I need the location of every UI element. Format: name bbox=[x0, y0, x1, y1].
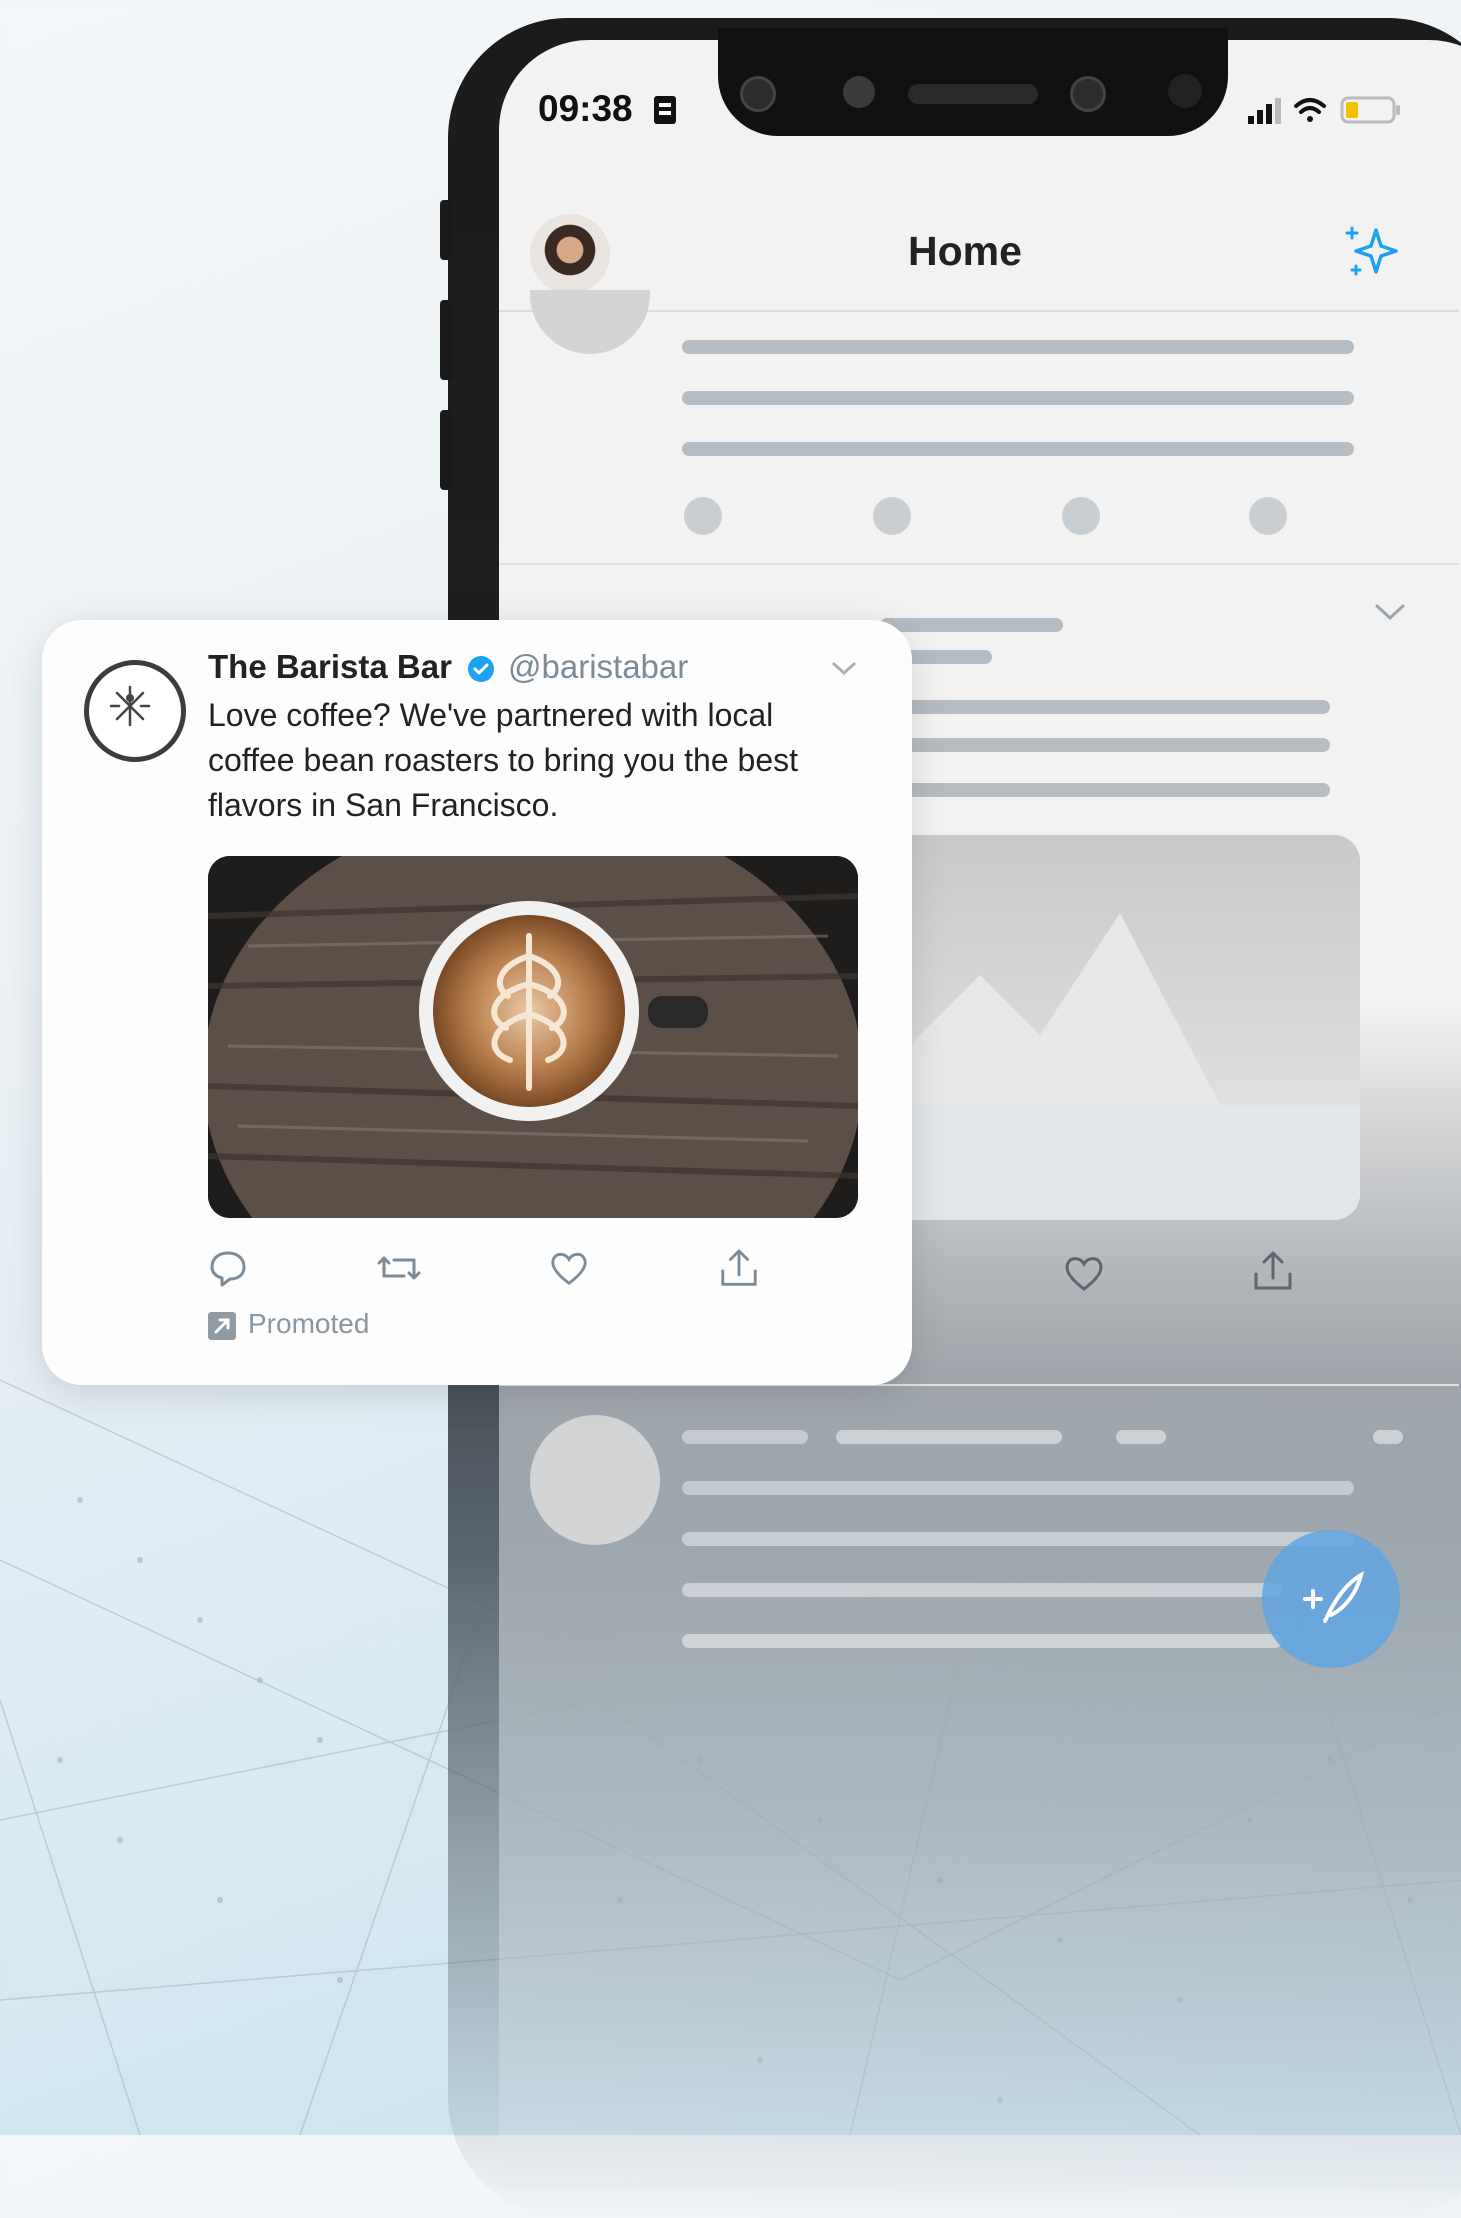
feed-divider bbox=[499, 563, 1459, 565]
retweet-icon[interactable] bbox=[376, 1248, 422, 1288]
phone-volume-down bbox=[440, 410, 452, 490]
skeleton-avatar bbox=[530, 1415, 660, 1545]
status-time: 09:38 bbox=[538, 88, 633, 129]
promoted-icon bbox=[208, 1312, 236, 1340]
verified-badge-icon bbox=[468, 656, 494, 682]
skeleton-action-dot bbox=[873, 497, 911, 535]
sim-icon bbox=[654, 96, 676, 124]
skeleton-line bbox=[682, 442, 1354, 456]
like-icon[interactable] bbox=[1062, 1253, 1106, 1293]
skeleton-line bbox=[880, 738, 1330, 752]
skeleton-line bbox=[682, 1430, 808, 1444]
latte-art-photo[interactable] bbox=[208, 856, 858, 1218]
skeleton-line bbox=[682, 1532, 1354, 1546]
skeleton-line bbox=[682, 391, 1354, 405]
skeleton-line bbox=[880, 618, 1063, 632]
skeleton-line bbox=[880, 783, 1330, 797]
chevron-down-icon[interactable] bbox=[1373, 602, 1407, 622]
reply-icon[interactable] bbox=[208, 1248, 248, 1288]
profile-avatar[interactable] bbox=[530, 214, 610, 294]
skeleton-action-dot bbox=[684, 497, 722, 535]
barista-bar-logo[interactable] bbox=[84, 660, 186, 762]
battery-icon bbox=[1340, 96, 1400, 124]
skeleton-line bbox=[682, 1583, 1282, 1597]
phone-volume-up bbox=[440, 300, 452, 380]
account-name[interactable]: The Barista Bar bbox=[208, 648, 452, 686]
page-title: Home bbox=[908, 228, 1022, 274]
account-handle[interactable]: @baristabar bbox=[508, 648, 688, 686]
share-icon[interactable] bbox=[1252, 1250, 1294, 1294]
tweet-text: Love coffee? We've partnered with local … bbox=[208, 697, 799, 823]
skeleton-line bbox=[1373, 1430, 1403, 1444]
sparkle-icon[interactable] bbox=[1340, 220, 1404, 284]
compose-button[interactable] bbox=[1262, 1530, 1400, 1668]
skeleton-action-dot bbox=[1062, 497, 1100, 535]
signal-icon bbox=[1248, 98, 1281, 124]
skeleton-line bbox=[880, 700, 1330, 714]
promoted-tweet-card[interactable]: The Barista Bar @baristabar Love coffee?… bbox=[42, 620, 912, 1385]
like-icon[interactable] bbox=[548, 1248, 590, 1288]
skeleton-line bbox=[1116, 1430, 1166, 1444]
tweet-actions bbox=[208, 1248, 858, 1292]
skeleton-line bbox=[682, 1481, 1354, 1495]
phone-notch bbox=[718, 28, 1228, 136]
skeleton-image bbox=[880, 835, 1360, 1220]
compose-feather-icon bbox=[1303, 1570, 1365, 1623]
promoted-label: Promoted bbox=[248, 1308, 370, 1339]
skeleton-line bbox=[682, 1634, 1282, 1648]
skeleton-line bbox=[836, 1430, 1062, 1444]
wifi-icon bbox=[1294, 98, 1326, 122]
chevron-down-icon[interactable] bbox=[830, 660, 858, 678]
phone-side-button bbox=[440, 200, 452, 260]
mountain-placeholder-icon bbox=[880, 913, 1360, 1220]
skeleton-line bbox=[682, 340, 1354, 354]
share-icon[interactable] bbox=[718, 1248, 760, 1290]
skeleton-action-dot bbox=[1249, 497, 1287, 535]
status-icons bbox=[1248, 96, 1400, 124]
